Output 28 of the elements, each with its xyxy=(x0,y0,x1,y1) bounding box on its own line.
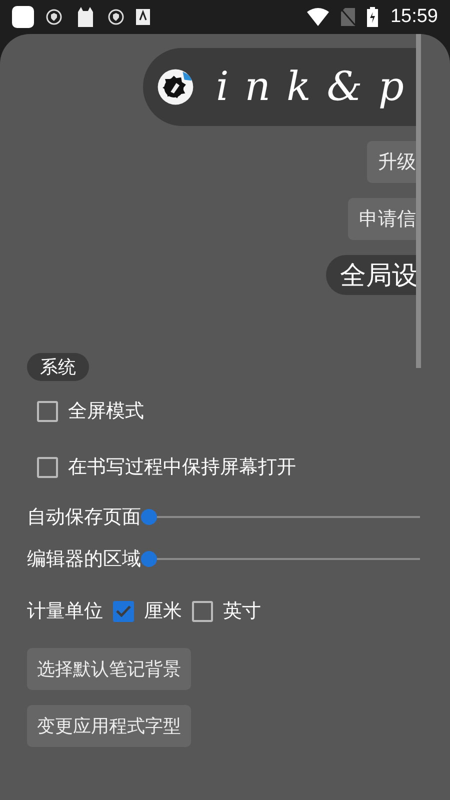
action-button[interactable]: 选择默认笔记背景 xyxy=(27,648,191,690)
wifi-icon xyxy=(307,8,330,26)
no-sim-icon xyxy=(341,8,356,26)
unit-label: 英寸 xyxy=(223,599,261,624)
checkbox[interactable] xyxy=(37,456,58,478)
battery-charging-icon xyxy=(367,7,378,27)
document-icon xyxy=(136,9,150,25)
checkbox[interactable] xyxy=(37,400,58,422)
slider-label: 自动保存页面 xyxy=(27,505,141,530)
slider-thumb[interactable] xyxy=(141,551,157,567)
scroll-bar[interactable] xyxy=(416,34,421,368)
slider[interactable] xyxy=(141,509,420,525)
slider[interactable] xyxy=(141,551,420,567)
shield-icon xyxy=(46,9,62,25)
app-icon xyxy=(12,6,34,28)
slider-thumb[interactable] xyxy=(141,509,157,525)
clock: 15:59 xyxy=(390,6,438,28)
checkbox[interactable] xyxy=(113,600,134,622)
slider-label: 编辑器的区域 xyxy=(27,547,141,572)
app-title: ink&p xyxy=(216,64,420,110)
unit-label: 厘米 xyxy=(144,599,182,624)
section-title: 系统 xyxy=(27,353,89,381)
units-label: 计量单位 xyxy=(27,599,103,624)
option-label: 在书写过程中保持屏幕打开 xyxy=(68,455,296,480)
option-label: 全屏模式 xyxy=(68,399,144,424)
checkbox[interactable] xyxy=(192,600,213,622)
shield-icon xyxy=(108,9,124,25)
action-button[interactable]: 变更应用程式字型 xyxy=(27,705,191,747)
